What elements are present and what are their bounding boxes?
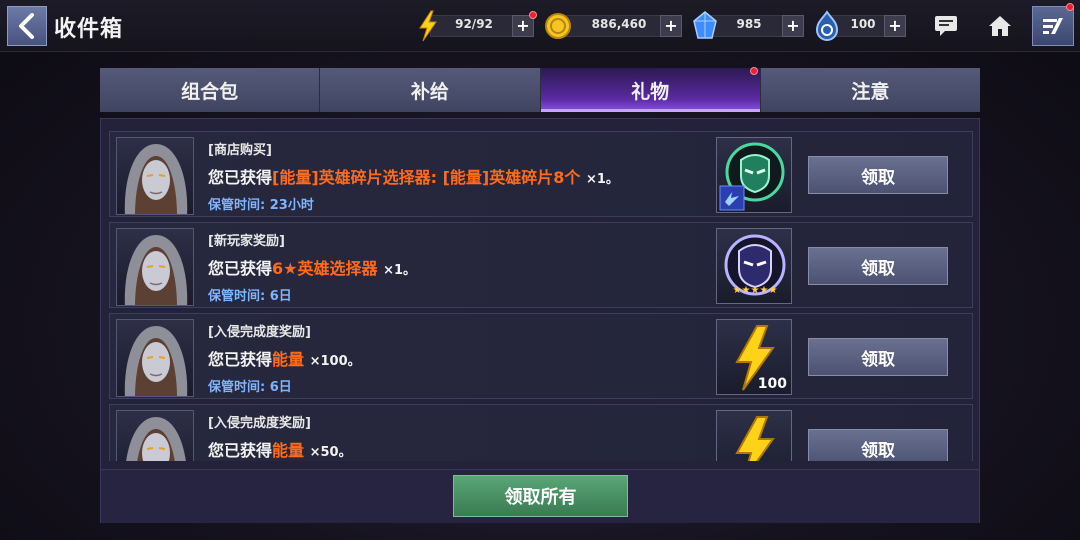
item-description: 您已获得能量 ×100。 bbox=[208, 346, 361, 370]
sender-avatar bbox=[116, 410, 194, 461]
tab-supply[interactable]: 补给 bbox=[320, 68, 541, 112]
chat-icon bbox=[935, 16, 957, 36]
mail-item: [新玩家奖励] 您已获得6★英雄选择器 ×1。 保管时间: 6日 ★★★★★ 领… bbox=[109, 222, 973, 308]
desc-prefix: 您已获得 bbox=[208, 441, 273, 460]
claim-all-button[interactable]: 领取所有 bbox=[453, 475, 628, 517]
page-title: 收件箱 bbox=[54, 17, 124, 42]
top-bar: 收件箱 92/92 + 886,460 + 985 + 100 + bbox=[0, 0, 1080, 52]
home-icon bbox=[989, 16, 1011, 36]
item-category: [入侵完成度奖励] bbox=[208, 325, 311, 340]
reward-slot bbox=[716, 410, 792, 461]
tab-notification-dot bbox=[749, 67, 758, 75]
item-category: [入侵完成度奖励] bbox=[208, 416, 311, 431]
energy-resource: 92/92 bbox=[430, 15, 514, 37]
desc-quantity: ×50。 bbox=[309, 445, 352, 460]
mail-item: [入侵完成度奖励] 您已获得能量 ×50。 领取 bbox=[109, 404, 973, 461]
stamina-value: 100 bbox=[850, 17, 876, 31]
menu-notification-dot bbox=[1066, 3, 1074, 11]
desc-prefix: 您已获得 bbox=[208, 259, 273, 278]
desc-highlight: 6★英雄选择器 bbox=[272, 259, 378, 278]
svg-text:★★★★★: ★★★★★ bbox=[733, 285, 778, 296]
tab-bundle[interactable]: 组合包 bbox=[100, 68, 321, 112]
claim-button[interactable]: 领取 bbox=[808, 429, 948, 461]
claim-button[interactable]: 领取 bbox=[808, 156, 948, 194]
sender-avatar bbox=[116, 137, 194, 215]
menu-button[interactable] bbox=[1032, 6, 1074, 46]
mail-list[interactable]: [商店购买] 您已获得[能量]英雄碎片选择器: [能量]英雄碎片8个 ×1。 保… bbox=[109, 127, 973, 461]
back-button[interactable] bbox=[7, 6, 47, 46]
sender-avatar bbox=[116, 319, 194, 397]
energy-value: 92/92 bbox=[455, 17, 493, 31]
stamina-timer-icon bbox=[815, 10, 839, 41]
desc-quantity: ×100。 bbox=[309, 354, 361, 369]
gold-coin-icon bbox=[545, 13, 571, 39]
reward-slot: ★★★★★ bbox=[716, 228, 792, 304]
chevron-left-icon bbox=[19, 13, 34, 39]
storage-time: 保管时间: 6日 bbox=[208, 380, 292, 395]
bottom-bar: 领取所有 bbox=[101, 469, 979, 523]
desc-quantity: ×1。 bbox=[383, 263, 417, 278]
gold-add-button[interactable]: + bbox=[660, 15, 682, 37]
mail-item: [商店购买] 您已获得[能量]英雄碎片选择器: [能量]英雄碎片8个 ×1。 保… bbox=[109, 131, 973, 217]
helmet-purple-icon: ★★★★★ bbox=[724, 234, 786, 296]
reward-count: 100 bbox=[757, 376, 787, 392]
energy-notification-dot bbox=[529, 11, 537, 19]
desc-prefix: 您已获得 bbox=[208, 350, 273, 369]
tab-label: 礼物 bbox=[631, 80, 670, 103]
tab-gift[interactable]: 礼物 bbox=[540, 67, 761, 112]
item-description: 您已获得6★英雄选择器 ×1。 bbox=[208, 255, 416, 279]
crystal-value: 985 bbox=[736, 17, 762, 31]
gold-resource: 886,460 bbox=[558, 15, 662, 37]
tab-label: 注意 bbox=[851, 80, 890, 103]
desc-highlight: 能量 bbox=[272, 441, 305, 460]
mailbox-tabs: 组合包 补给 礼物 注意 bbox=[100, 67, 980, 112]
item-category: [新玩家奖励] bbox=[208, 234, 285, 249]
storage-time: 保管时间: 23小时 bbox=[208, 198, 314, 213]
tab-notice[interactable]: 注意 bbox=[760, 68, 980, 112]
reward-slot bbox=[716, 137, 792, 213]
sender-avatar bbox=[116, 228, 194, 306]
tab-label: 补给 bbox=[410, 80, 449, 103]
stamina-add-button[interactable]: + bbox=[884, 15, 906, 37]
desc-highlight: 能量 bbox=[272, 350, 305, 369]
gold-value: 886,460 bbox=[591, 17, 647, 31]
claim-button[interactable]: 领取 bbox=[808, 338, 948, 376]
menu-icon bbox=[1043, 18, 1063, 34]
blue-crystal-icon bbox=[693, 11, 717, 39]
tab-label: 组合包 bbox=[181, 80, 239, 103]
mail-item: [入侵完成度奖励] 您已获得能量 ×100。 保管时间: 6日 100 领取 bbox=[109, 313, 973, 399]
lightning-icon bbox=[419, 10, 437, 42]
item-category: [商店购买] bbox=[208, 143, 272, 158]
desc-quantity: ×1。 bbox=[585, 172, 619, 187]
mail-panel: [商店购买] 您已获得[能量]英雄碎片选择器: [能量]英雄碎片8个 ×1。 保… bbox=[100, 118, 980, 523]
storage-time: 保管时间: 6日 bbox=[208, 289, 292, 304]
home-button[interactable] bbox=[982, 8, 1018, 44]
item-description: 您已获得能量 ×50。 bbox=[208, 437, 352, 461]
crystal-add-button[interactable]: + bbox=[782, 15, 804, 37]
reward-slot: 100 bbox=[716, 319, 792, 395]
desc-highlight: [能量]英雄碎片选择器: [能量]英雄碎片8个 bbox=[272, 168, 581, 187]
claim-button[interactable]: 领取 bbox=[808, 247, 948, 285]
chat-button[interactable] bbox=[928, 8, 964, 44]
lightning-icon bbox=[735, 416, 775, 461]
helmet-green-icon bbox=[719, 142, 785, 211]
desc-prefix: 您已获得 bbox=[208, 168, 273, 187]
item-description: 您已获得[能量]英雄碎片选择器: [能量]英雄碎片8个 ×1。 bbox=[208, 164, 619, 188]
